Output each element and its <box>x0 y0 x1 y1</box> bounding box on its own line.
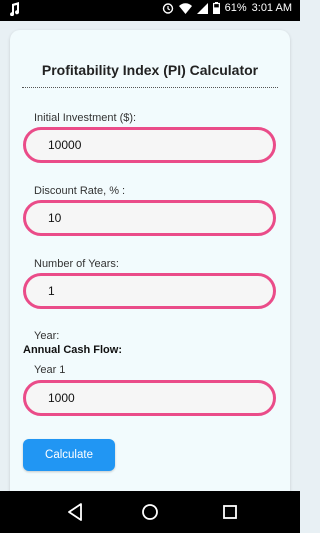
back-icon[interactable] <box>66 502 84 527</box>
wifi-icon <box>178 2 192 14</box>
alarm-icon <box>162 2 174 14</box>
clock-time: 3:01 AM <box>251 2 292 14</box>
title-divider <box>22 87 278 88</box>
home-icon[interactable] <box>141 502 159 527</box>
battery-icon <box>212 2 220 14</box>
discount-rate-label: Discount Rate, % : <box>34 185 126 197</box>
calculator-card: Profitability Index (PI) Calculator Init… <box>10 30 290 491</box>
discount-rate-input[interactable]: 10 <box>23 200 276 236</box>
status-bar: 61% 3:01 AM <box>0 0 300 21</box>
number-of-years-label: Number of Years: <box>34 258 119 270</box>
year-label: Year: <box>34 330 60 342</box>
android-nav-bar <box>0 491 300 533</box>
initial-investment-label: Initial Investment ($): <box>34 112 137 124</box>
music-note-icon <box>8 2 20 16</box>
year-1-cash-flow-input[interactable]: 1000 <box>23 380 276 416</box>
number-of-years-input[interactable]: 1 <box>23 273 276 309</box>
recents-icon[interactable] <box>221 502 239 527</box>
annual-cash-flow-label: Annual Cash Flow: <box>23 344 122 356</box>
calculate-button[interactable]: Calculate <box>23 439 115 471</box>
initial-investment-input[interactable]: 10000 <box>23 127 276 163</box>
battery-percentage: 61% <box>224 2 247 14</box>
page-title: Profitability Index (PI) Calculator <box>41 62 259 78</box>
year-1-label: Year 1 <box>34 364 66 376</box>
cell-signal-icon <box>196 2 208 14</box>
app-content: Profitability Index (PI) Calculator Init… <box>0 21 300 491</box>
